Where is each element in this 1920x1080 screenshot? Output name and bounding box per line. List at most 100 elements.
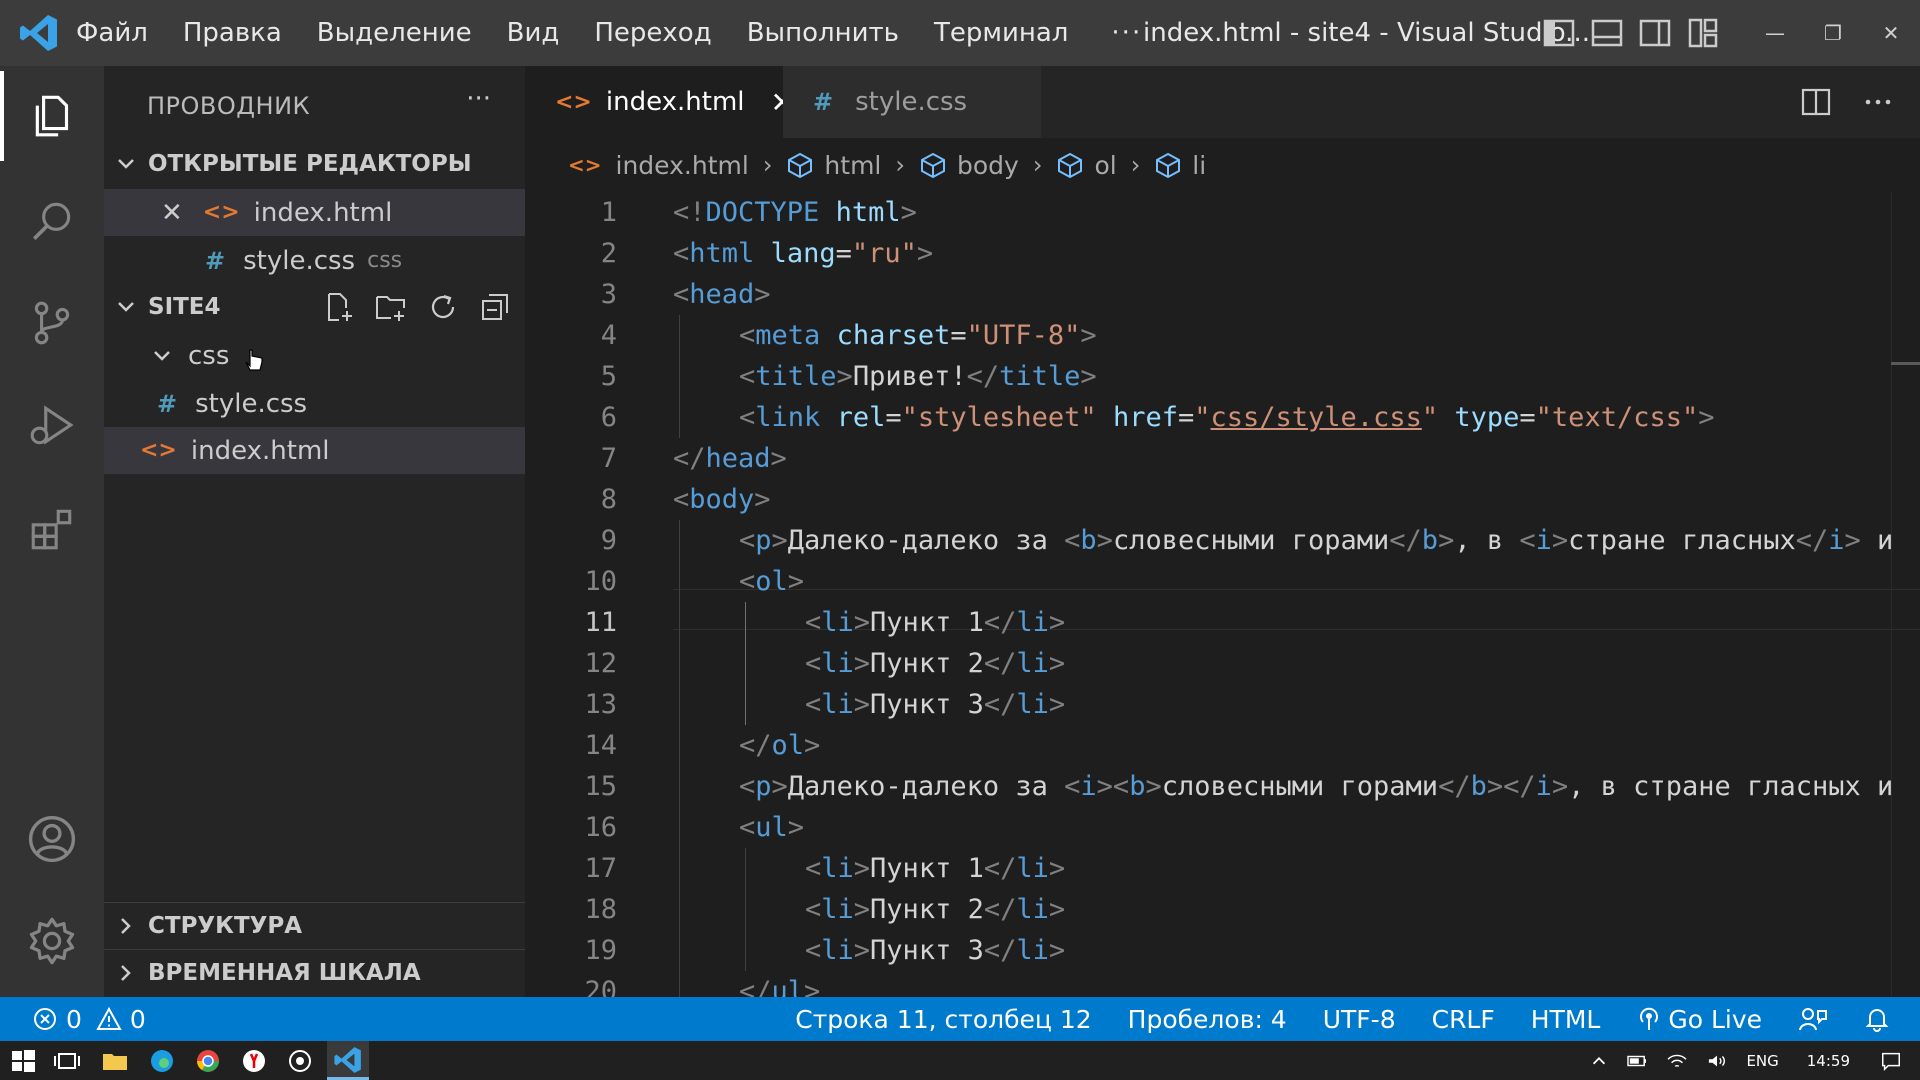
code-line[interactable]: 3 <head> [525,274,1920,315]
code-line[interactable]: 4 <meta charset="UTF-8"> [525,315,1920,356]
indentation[interactable]: Пробелов: 4 [1128,1005,1287,1034]
breadcrumb-ol[interactable]: ol [1056,151,1117,180]
open-editor-item-style[interactable]: # style.css css [104,237,525,284]
split-editor-icon[interactable] [1800,86,1832,118]
timeline-section[interactable]: ВРЕМЕННАЯ ШКАЛА [104,951,525,995]
menu-more-button[interactable]: ··· [1111,18,1142,48]
toggle-secondary-sidebar-icon[interactable] [1638,16,1672,50]
app-icon[interactable] [285,1046,315,1076]
minimize-button[interactable]: — [1746,0,1804,66]
toggle-primary-sidebar-icon[interactable] [1542,16,1576,50]
language-mode[interactable]: HTML [1531,1005,1601,1034]
breadcrumb-body[interactable]: body [919,151,1019,180]
wifi-icon[interactable] [1666,1052,1688,1070]
code-line[interactable]: 18 <li>Пункт 2</li> [525,889,1920,930]
account-icon[interactable] [0,794,104,884]
code-line[interactable]: 15 <p>Далеко-далеко за <i><b>словесными г… [525,766,1920,807]
menu-run[interactable]: Выполнить [747,18,899,48]
tree-file-index-html[interactable]: <> index.html [104,427,525,474]
new-folder-icon[interactable] [375,291,407,323]
windows-start-icon[interactable] [8,1046,38,1076]
breadcrumb-file[interactable]: <> index.html [525,151,749,180]
refresh-icon[interactable] [427,291,459,323]
code-token: li [821,689,854,720]
code-line[interactable]: 13 <li>Пункт 3</li> [525,684,1920,725]
cursor-position[interactable]: Строка 11, столбец 12 [795,1005,1091,1034]
status-bar: 0 0 Строка 11, столбец 12 Пробелов: 4 UT… [0,997,1920,1041]
menu-terminal[interactable]: Терминал [934,18,1068,48]
code-line[interactable]: 20 </ul> [525,971,1920,997]
maximize-button[interactable]: ❐ [1804,0,1862,66]
code-line[interactable]: 7 </head> [525,438,1920,479]
input-language[interactable]: ENG [1746,1052,1778,1070]
code-line[interactable]: 9 <p>Далеко-далеко за <b>словесными горам… [525,520,1920,561]
encoding[interactable]: UTF-8 [1323,1005,1396,1034]
edge-browser-icon[interactable] [147,1046,177,1076]
code-line[interactable]: 11 <li>Пункт 1</li> [525,602,1920,643]
taskbar-vscode-app[interactable] [327,1041,369,1080]
outline-section[interactable]: СТРУКТУРА [104,904,525,948]
tab-index-html[interactable]: <> index.html ✕ [525,66,794,138]
menu-selection[interactable]: Выделение [317,18,472,48]
code-token: i [1535,525,1552,556]
action-center-icon[interactable] [1880,1050,1902,1072]
yandex-browser-icon[interactable] [239,1046,269,1076]
menu-edit[interactable]: Правка [183,18,282,48]
chevron-right-icon: › [1130,151,1141,179]
problems-indicator[interactable]: 0 0 [32,997,146,1041]
code-text: <li>Пункт 1</li> [805,602,1065,643]
code-line[interactable]: 12 <li>Пункт 2</li> [525,643,1920,684]
feedback-icon[interactable] [1798,1006,1828,1032]
explorer-more-button[interactable]: ··· [466,84,491,114]
code-line[interactable]: 5 <title>Привет!</title> [525,356,1920,397]
toggle-panel-icon[interactable] [1590,16,1624,50]
go-live-button[interactable]: Go Live [1636,1005,1762,1034]
tree-file-style-css[interactable]: # style.css [104,380,525,427]
menu-view[interactable]: Вид [507,18,560,48]
menu-file[interactable]: Файл [76,18,148,48]
close-icon[interactable]: ✕ [161,198,183,228]
new-file-icon[interactable] [323,291,355,323]
code-line[interactable]: 17 <li>Пункт 1</li> [525,848,1920,889]
code-line[interactable]: 19 <li>Пункт 3</li> [525,930,1920,971]
menu-go[interactable]: Переход [594,18,711,48]
more-actions-icon[interactable] [1862,86,1894,118]
tab-style-css[interactable]: # style.css [783,66,1041,138]
tree-file-label: style.css [195,388,308,419]
code-editor[interactable]: 1 <!DOCTYPE html> 2 <html lang="ru"> 3 <head>… [525,192,1920,997]
run-debug-icon[interactable] [0,380,104,470]
close-window-button[interactable]: ✕ [1862,0,1920,66]
chevron-up-icon[interactable] [1590,1052,1608,1070]
open-editors-section[interactable]: ОТКРЫТЫЕ РЕДАКТОРЫ [104,142,525,186]
search-icon[interactable] [0,176,104,266]
breadcrumb-html[interactable]: html [786,151,881,180]
vscode-logo-icon[interactable] [18,12,60,54]
open-editor-item-index[interactable]: ✕ <> index.html [104,189,525,236]
code-line[interactable]: 16 <ul> [525,807,1920,848]
status-right: Строка 11, столбец 12 Пробелов: 4 UTF-8 … [795,997,1920,1041]
explorer-icon[interactable] [0,71,104,161]
notifications-bell-icon[interactable] [1864,1006,1890,1032]
error-count: 0 [66,1004,82,1034]
file-explorer-icon[interactable] [100,1046,130,1076]
settings-gear-icon[interactable] [0,896,104,986]
code-line[interactable]: 10 <ol> [525,561,1920,602]
code-line[interactable]: 2 <html lang="ru"> [525,233,1920,274]
task-view-icon[interactable] [52,1046,82,1076]
customize-layout-icon[interactable] [1686,16,1720,50]
code-line[interactable]: 6 <link rel="stylesheet" href="css/style.… [525,397,1920,438]
code-line[interactable]: 8 <body> [525,479,1920,520]
collapse-all-icon[interactable] [479,291,511,323]
end-of-line[interactable]: CRLF [1432,1005,1495,1034]
volume-icon[interactable] [1706,1052,1728,1070]
code-line[interactable]: 14 </ol> [525,725,1920,766]
tree-folder-css[interactable]: css [104,332,525,379]
extensions-icon[interactable] [0,484,104,574]
code-line[interactable]: 1 <!DOCTYPE html> [525,192,1920,233]
folder-section-site4[interactable]: SITE4 [104,285,525,329]
source-control-icon[interactable] [0,278,104,368]
breadcrumb-li[interactable]: li [1154,151,1206,180]
battery-icon[interactable] [1626,1052,1648,1070]
chrome-browser-icon[interactable] [193,1046,223,1076]
clock[interactable]: 14:59 [1807,1052,1850,1070]
